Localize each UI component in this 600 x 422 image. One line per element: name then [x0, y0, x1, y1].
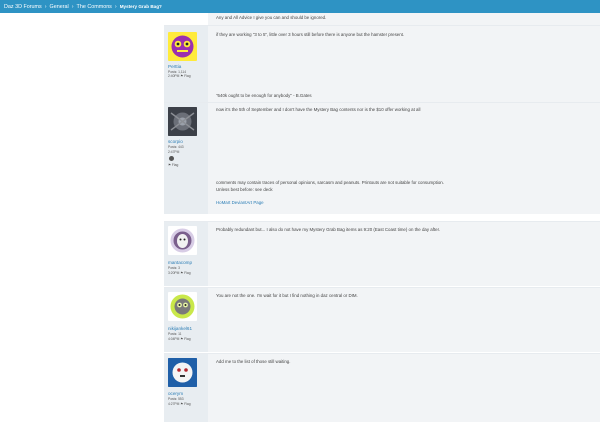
post-text: Probably redundant but... I also do not …: [216, 227, 441, 232]
avatar[interactable]: [168, 32, 197, 61]
breadcrumb-commons-link[interactable]: The Commons: [77, 4, 112, 10]
post-author-panel: ocerym Posts: 553 4:27PM ⚑ Flag: [164, 354, 208, 422]
author-name-link[interactable]: nikijankel61: [168, 326, 192, 331]
badge-icon: [169, 156, 174, 161]
author-name-link[interactable]: ocerym: [168, 391, 183, 396]
post: Any and All Advice I give you can and sh…: [164, 13, 600, 25]
post-time: 2:47PM: [168, 150, 180, 154]
author-name-link[interactable]: Perttia: [168, 64, 181, 69]
post-author-panel: scorpio Posts: 443 2:47PM ⚑ Flag: [164, 103, 208, 214]
post-author-panel: mantacomp Posts: 3 3:20PM ⚑ Flag: [164, 222, 208, 286]
breadcrumb-forums-link[interactable]: Daz 3D Forums: [4, 4, 42, 10]
flag-link[interactable]: ⚑ Flag: [168, 163, 178, 167]
author-name-link[interactable]: scorpio: [168, 139, 183, 144]
post-time-flag[interactable]: 3:20PM ⚑ Flag: [168, 271, 191, 275]
avatar[interactable]: [168, 107, 197, 136]
thread-posts: Any and All Advice I give you can and sh…: [164, 13, 600, 422]
breadcrumb-separator: ›: [44, 3, 47, 10]
post: scorpio Posts: 443 2:47PM ⚑ Flag now it'…: [164, 102, 600, 214]
post: Perttia Posts: 1,114 2:40PM ⚑ Flag if th…: [164, 25, 600, 102]
post-body: now it's the 5th of September and I don'…: [208, 103, 600, 214]
avatar[interactable]: [168, 358, 197, 387]
post-text: if they are working "3 to 5", little ove…: [216, 32, 405, 37]
post-signature: "640k ought to be enough for anybody" - …: [216, 93, 312, 98]
breadcrumb-general-link[interactable]: General: [50, 4, 69, 10]
breadcrumb-current-thread: Mystery Grab Bag?: [119, 4, 162, 9]
post-body: if they are working "3 to 5", little ove…: [208, 26, 600, 102]
author-post-count: Posts: 443: [168, 145, 184, 149]
post-author-panel: Perttia Posts: 1,114 2:40PM ⚑ Flag: [164, 26, 208, 102]
post-body: You are not the one. I'm wait for it but…: [208, 288, 600, 352]
author-post-count: Posts: 3: [168, 266, 180, 270]
post-time-flag[interactable]: 2:40PM ⚑ Flag: [168, 74, 191, 78]
post: nikijankel61 Posts: 11 4:04PM ⚑ Flag You…: [164, 287, 600, 352]
post-text: Add me to the list of those still waitin…: [216, 359, 291, 364]
post-text: now it's the 5th of September and I don'…: [216, 107, 421, 112]
post: mantacomp Posts: 3 3:20PM ⚑ Flag Probabl…: [164, 221, 600, 286]
author-post-count: Posts: 11: [168, 332, 182, 336]
post-signature: Unless best before: see deck: [216, 187, 273, 192]
signature-link[interactable]: HoMart DeviantArt Page: [216, 200, 264, 205]
avatar[interactable]: [168, 292, 197, 321]
post-body: Probably redundant but... I also do not …: [208, 222, 600, 286]
breadcrumb: Daz 3D Forums › General › The Commons › …: [0, 0, 600, 13]
post-time-flag[interactable]: 4:04PM ⚑ Flag: [168, 337, 191, 341]
post-signature: Any and All Advice I give you can and sh…: [216, 15, 327, 20]
post-body: Any and All Advice I give you can and sh…: [208, 13, 600, 25]
post: ocerym Posts: 553 4:27PM ⚑ Flag Add me t…: [164, 353, 600, 422]
post-time-flag[interactable]: 4:27PM ⚑ Flag: [168, 402, 191, 406]
author-post-count: Posts: 553: [168, 397, 184, 401]
post-body: Add me to the list of those still waitin…: [208, 354, 600, 422]
avatar[interactable]: [168, 226, 197, 255]
post-signature: comments may contain traces of personal …: [216, 180, 444, 185]
post-author-panel: nikijankel61 Posts: 11 4:04PM ⚑ Flag: [164, 288, 208, 352]
post-text: You are not the one. I'm wait for it but…: [216, 293, 358, 298]
breadcrumb-separator: ›: [114, 3, 117, 10]
author-name-link[interactable]: mantacomp: [168, 260, 192, 265]
breadcrumb-separator: ›: [71, 3, 74, 10]
